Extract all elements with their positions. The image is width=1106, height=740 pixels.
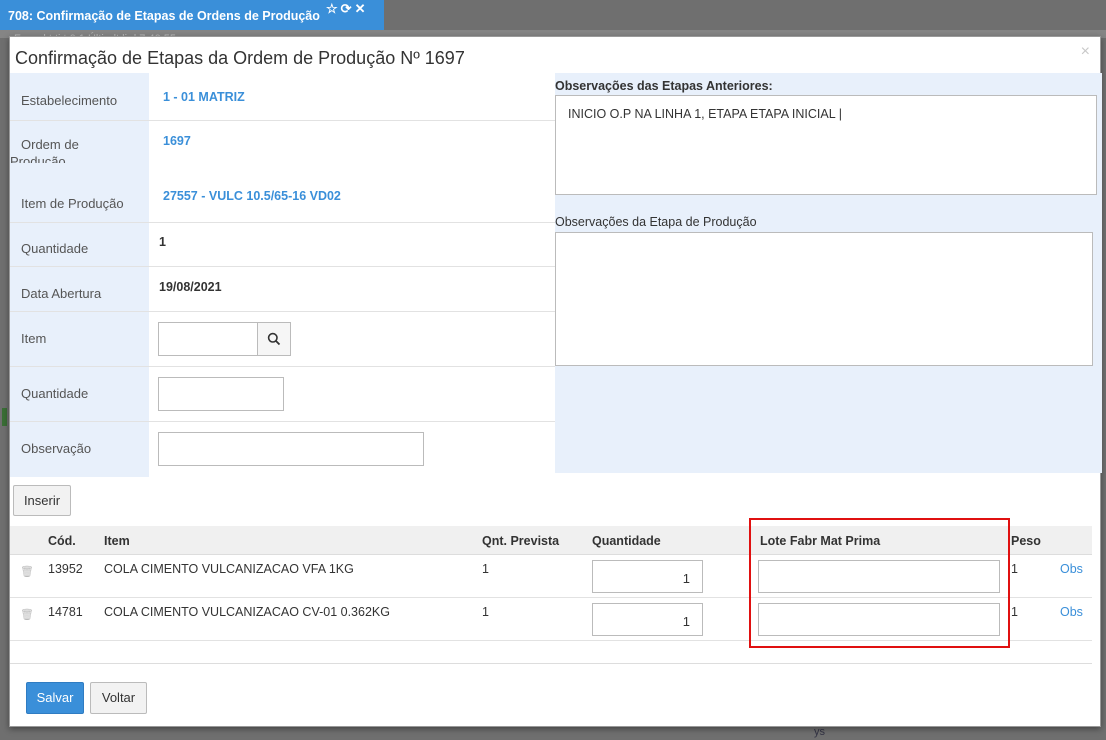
observacao-input[interactable] — [158, 432, 424, 466]
row-quantidade-input[interactable]: 1 — [592, 603, 703, 636]
row-qnt-prevista: 1 — [482, 562, 489, 576]
row-quantidade-value: 1 — [682, 571, 690, 586]
form-row-ordem: Ordem de Produção 1697 — [10, 121, 555, 169]
quantidade-label: Quantidade — [21, 241, 89, 256]
stage-observations-label: Observações da Etapa de Produção — [555, 215, 757, 229]
form-row-item-producao: Item de Produção 27557 - VULC 10.5/65-16… — [10, 177, 555, 223]
row-qnt-prevista: 1 — [482, 605, 489, 619]
item-producao-value[interactable]: 27557 - VULC 10.5/65-16 VD02 — [163, 189, 341, 203]
row-quantidade-input[interactable]: 1 — [592, 560, 703, 593]
previous-observations-label: Observações das Etapas Anteriores: — [555, 79, 773, 93]
row-peso: 1 — [1011, 562, 1018, 576]
col-peso: Peso — [1011, 534, 1041, 548]
search-icon — [267, 332, 281, 346]
item-search-input[interactable] — [158, 322, 258, 356]
row-quantidade-value: 1 — [682, 614, 690, 629]
modal-title: Confirmação de Etapas da Ordem de Produç… — [15, 48, 465, 68]
previous-observations-text: INICIO O.P NA LINHA 1, ETAPA ETAPA INICI… — [568, 107, 842, 121]
row-item: COLA CIMENTO VULCANIZACAO VFA 1KG — [104, 562, 354, 576]
stage-observations-textarea[interactable] — [555, 232, 1093, 366]
close-icon[interactable]: ✕ — [355, 1, 366, 16]
item-search-button[interactable] — [257, 322, 291, 356]
col-item: Item — [104, 534, 130, 548]
trash-icon[interactable]: 🗑 — [20, 608, 34, 621]
row-item: COLA CIMENTO VULCANIZACAO CV-01 0.362KG — [104, 605, 390, 619]
inserir-button[interactable]: Inserir — [13, 485, 71, 516]
lote-column-highlight — [749, 518, 1010, 648]
window-tab-title: 708: Confirmação de Etapas de Ordens de … — [8, 9, 320, 23]
order-form: Estabelecimento 1 - 01 MATRIZ Ordem de P… — [10, 73, 555, 477]
data-abertura-value: 19/08/2021 — [159, 280, 222, 294]
data-abertura-label: Data Abertura — [21, 286, 102, 301]
form-row-quantidade: Quantidade 1 — [10, 223, 555, 267]
ordem-value[interactable]: 1697 — [163, 134, 191, 148]
quantidade-input-label: Quantidade — [21, 386, 89, 401]
voltar-button[interactable]: Voltar — [90, 682, 147, 714]
form-row-data-abertura: Data Abertura 19/08/2021 — [10, 267, 555, 312]
form-row-item: Item — [10, 312, 555, 367]
item-label: Item — [21, 331, 47, 346]
quantidade-value: 1 — [159, 235, 166, 249]
row-obs-link[interactable]: Obs — [1060, 605, 1083, 619]
row-cod: 14781 — [48, 605, 83, 619]
col-qnt-prevista: Qnt. Prevista — [482, 534, 560, 548]
form-gap — [10, 163, 555, 177]
background-bottom-text: ys — [814, 726, 825, 738]
row-cod: 13952 — [48, 562, 83, 576]
col-quantidade: Quantidade — [592, 534, 661, 548]
trash-icon[interactable]: 🗑 — [20, 565, 34, 578]
form-row-observacao: Observação — [10, 422, 555, 477]
row-obs-link[interactable]: Obs — [1060, 562, 1083, 576]
refresh-icon[interactable]: ⟳ — [341, 1, 352, 16]
form-row-quantidade-input: Quantidade — [10, 367, 555, 422]
form-row-estabelecimento: Estabelecimento 1 - 01 MATRIZ — [10, 73, 555, 121]
quantidade-input[interactable] — [158, 377, 284, 411]
modal-dialog: Confirmação de Etapas da Ordem de Produç… — [9, 36, 1102, 727]
footer-divider — [10, 663, 1092, 664]
star-icon[interactable]: ☆ — [326, 1, 338, 16]
previous-observations-box: INICIO O.P NA LINHA 1, ETAPA ETAPA INICI… — [555, 95, 1097, 195]
modal-close-button[interactable]: × — [1081, 43, 1090, 61]
salvar-button[interactable]: Salvar — [26, 682, 84, 714]
background-left-marker — [2, 408, 7, 426]
row-peso: 1 — [1011, 605, 1018, 619]
estabelecimento-value[interactable]: 1 - 01 MATRIZ — [163, 90, 245, 104]
col-cod: Cód. — [48, 534, 76, 548]
observacao-label: Observação — [21, 441, 92, 456]
ordem-label-line1: Ordem de — [21, 137, 79, 152]
window-tab-icons: ☆ ⟳ ✕ — [326, 1, 368, 17]
window-tab[interactable]: 708: Confirmação de Etapas de Ordens de … — [0, 0, 384, 30]
item-producao-label: Item de Produção — [21, 196, 124, 211]
estabelecimento-label: Estabelecimento — [21, 93, 118, 108]
